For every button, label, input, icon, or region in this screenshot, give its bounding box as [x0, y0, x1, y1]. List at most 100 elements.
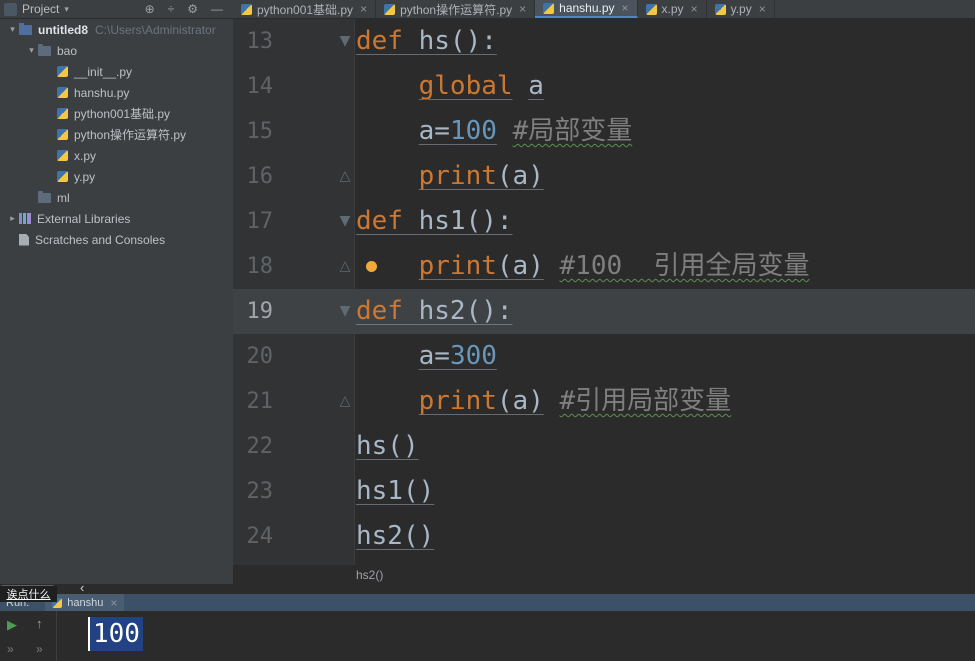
code-line-13[interactable]: 13 ▼ def hs(): [233, 19, 975, 64]
py-icon [57, 108, 68, 119]
close-icon[interactable]: × [360, 2, 367, 16]
run-tab-hanshu[interactable]: hanshu × [45, 594, 125, 611]
code-line-23[interactable]: 23 hs1() [233, 469, 975, 514]
python-file-icon [241, 3, 252, 15]
line-number: 14 [246, 74, 274, 99]
token-kw: global [418, 71, 513, 101]
fold-end-icon[interactable]: △ [335, 379, 355, 424]
close-icon[interactable]: × [110, 596, 117, 610]
console-output-selection[interactable]: 100 [88, 617, 143, 651]
console-output[interactable]: 100 [57, 611, 975, 661]
tab-hanshu.py[interactable]: hanshu.py × [535, 0, 638, 18]
token-ws [356, 71, 419, 101]
tree-item-ml[interactable]: ml [0, 187, 233, 208]
locate-icon[interactable]: ⊕ [145, 2, 155, 16]
tree-item-External Libraries[interactable]: ▸ External Libraries [0, 208, 233, 229]
py-icon [57, 171, 68, 182]
tree-item-bao[interactable]: ▾ bao [0, 40, 233, 61]
expand-toolbar-icon-2[interactable]: » [36, 642, 43, 656]
expand-toolbar-icon[interactable]: » [7, 642, 14, 656]
fold-end-icon[interactable]: △ [335, 154, 355, 199]
close-icon[interactable]: × [519, 2, 526, 16]
tree-item-Scratches and Consoles[interactable]: Scratches and Consoles [0, 229, 233, 250]
code-text: hs() [355, 424, 419, 469]
python-file-icon [543, 2, 555, 14]
tree-label: x.py [74, 148, 97, 163]
tab-python001基础.py[interactable]: python001基础.py × [233, 0, 377, 18]
tree-item-hanshu.py[interactable]: hanshu.py [0, 82, 233, 103]
code-text: print(a) [355, 154, 544, 199]
fold-collapse-icon[interactable]: ▼ [335, 199, 355, 244]
token-ws [356, 116, 419, 146]
fold-collapse-icon[interactable]: ▼ [335, 289, 355, 334]
tab-x.py[interactable]: x.py × [638, 0, 707, 18]
tree-label: __init__.py [74, 64, 133, 79]
tree-item-__init__.py[interactable]: __init__.py [0, 61, 233, 82]
chevron-right-icon[interactable]: ▸ [6, 213, 19, 224]
rerun-play-icon[interactable]: ▶ [7, 617, 17, 633]
tree-path: C:\Users\Administrator [95, 22, 216, 37]
line-number: 24 [246, 524, 274, 549]
run-tab-label: hanshu [67, 596, 104, 609]
code-line-16[interactable]: 16 △ print(a) [233, 154, 975, 199]
chevron-left-icon[interactable]: ‹ [80, 580, 84, 595]
tree-item-untitled8[interactable]: ▾ untitled8 C:\Users\Administrator [0, 19, 233, 40]
tree-label: Scratches and Consoles [35, 232, 166, 247]
close-icon[interactable]: × [622, 1, 629, 15]
line-number: 22 [246, 434, 274, 459]
tree-label: hanshu.py [74, 85, 130, 100]
code-line-17[interactable]: 17 ▼ def hs1(): [233, 199, 975, 244]
code-line-19[interactable]: 19 ▼ def hs2(): [233, 289, 975, 334]
close-icon[interactable]: × [691, 2, 698, 16]
chevron-down-icon[interactable]: ▾ [25, 45, 38, 56]
tree-item-python操作运算符.py[interactable]: python操作运算符.py [0, 124, 233, 145]
tab-python操作运算符.py[interactable]: python操作运算符.py × [376, 0, 536, 18]
collapse-all-icon[interactable]: ÷ [168, 2, 175, 16]
chevron-down-icon[interactable]: ▾ [64, 4, 69, 15]
line-number: 13 [246, 29, 274, 54]
code-text: hs1() [355, 469, 434, 514]
token-fn: hs1(): [418, 206, 513, 236]
tab-label: python操作运算符.py [400, 2, 513, 17]
breadcrumb-item[interactable]: hs2() [356, 568, 383, 582]
token-ws [356, 161, 419, 191]
up-arrow-icon[interactable]: ↑ [36, 616, 43, 631]
code-line-24[interactable]: 24 hs2() [233, 514, 975, 559]
token-kw: print [418, 251, 497, 281]
token-num: 300 [449, 341, 497, 371]
fold-collapse-icon[interactable]: ▼ [335, 19, 355, 64]
project-icon [19, 22, 32, 35]
code-line-21[interactable]: 21 △ print(a) #引用局部变量 [233, 379, 975, 424]
fold-end-icon[interactable]: △ [335, 244, 355, 289]
ime-text: 诶点什么 [6, 589, 51, 601]
code-text: def hs2(): [355, 289, 513, 334]
project-selector[interactable]: Project [22, 2, 59, 16]
token-cm: #100 引用全局变量 [559, 251, 810, 281]
tab-label: hanshu.py [559, 1, 615, 15]
tree-item-y.py[interactable]: y.py [0, 166, 233, 187]
code-text: def hs1(): [355, 199, 513, 244]
project-tree: ▾ untitled8 C:\Users\Administrator ▾ bao __in… [0, 19, 233, 250]
intention-bulb-icon[interactable] [366, 261, 377, 272]
close-icon[interactable]: × [759, 2, 766, 16]
toolbar-icons: ⊕ ÷ ⚙ — [145, 2, 223, 16]
code-line-22[interactable]: 22 hs() [233, 424, 975, 469]
project-tool-window-icon[interactable] [4, 2, 17, 16]
editor[interactable]: 13 ▼ def hs(): 14 global a 15 a=100 #局部变量 16 △… [233, 19, 975, 565]
chevron-down-icon[interactable]: ▾ [6, 24, 19, 35]
tree-item-python001基础.py[interactable]: python001基础.py [0, 103, 233, 124]
code-line-18[interactable]: 18 △ print(a) #100 引用全局变量 [233, 244, 975, 289]
tree-label: External Libraries [37, 211, 131, 226]
code-line-20[interactable]: 20 a=300 [233, 334, 975, 379]
py-icon [57, 66, 68, 77]
tab-y.py[interactable]: y.py × [707, 0, 775, 18]
hide-panel-icon[interactable]: — [211, 2, 223, 16]
code-line-15[interactable]: 15 a=100 #局部变量 [233, 109, 975, 154]
settings-icon[interactable]: ⚙ [187, 2, 198, 16]
line-number: 23 [246, 479, 274, 504]
tree-item-x.py[interactable]: x.py [0, 145, 233, 166]
code-line-14[interactable]: 14 global a [233, 64, 975, 109]
